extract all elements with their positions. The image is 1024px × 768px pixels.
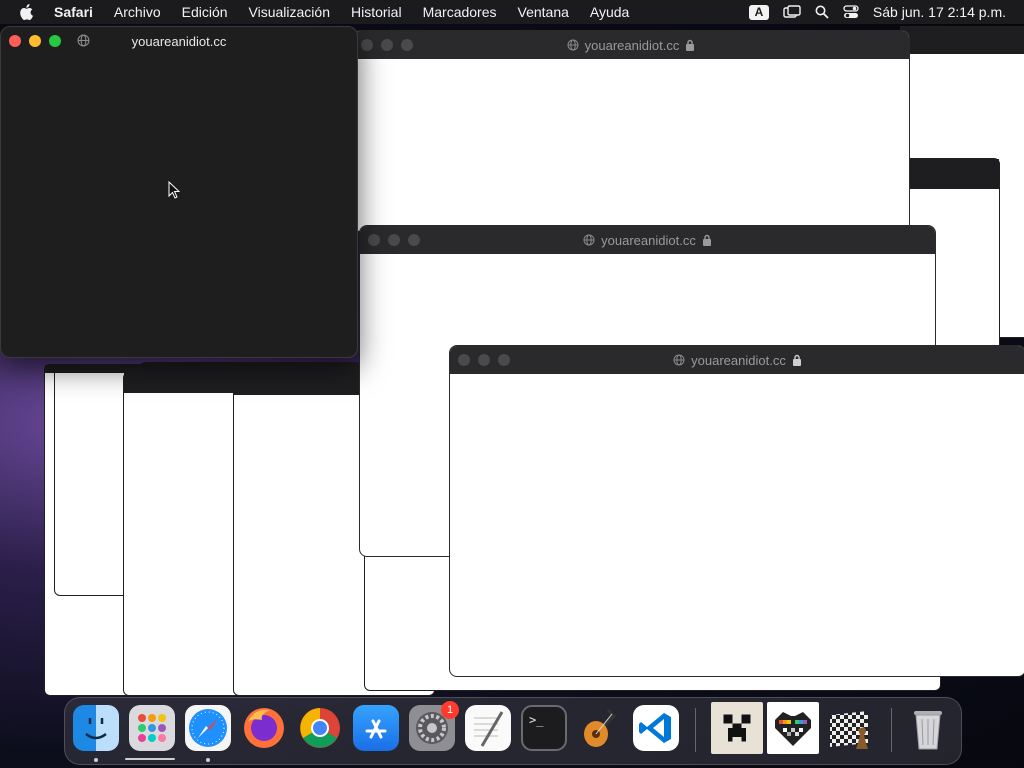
menu-historial[interactable]: Historial <box>351 4 402 20</box>
pixel-heart-icon[interactable] <box>767 702 819 754</box>
lock-icon <box>792 354 801 366</box>
chess-icon[interactable] <box>823 702 875 754</box>
window-titlebar[interactable]: youareanidiot.cc <box>353 31 909 59</box>
apple-menu-icon[interactable] <box>16 2 36 22</box>
background-window[interactable] <box>140 362 362 382</box>
lock-icon <box>702 234 711 246</box>
menu-ayuda[interactable]: Ayuda <box>590 4 629 20</box>
window-url: youareanidiot.cc <box>691 352 786 368</box>
window-titlebar[interactable]: youareanidiot.cc <box>360 226 935 254</box>
menu-visualizacion[interactable]: Visualización <box>249 4 330 20</box>
dock: 1 >_ <box>64 697 962 765</box>
running-indicator <box>94 758 98 762</box>
url-label: youareanidiot.cc <box>450 346 1024 374</box>
window-titlebar[interactable]: youareanidiot.cc <box>1 27 357 55</box>
menu-clock[interactable]: Sáb jun. 17 2:14 p.m. <box>873 4 1006 20</box>
trash-icon[interactable] <box>905 705 951 751</box>
chrome-icon[interactable] <box>297 705 343 751</box>
screen-mirroring-icon[interactable] <box>783 5 801 19</box>
garageband-icon[interactable] <box>577 705 623 751</box>
finder-icon[interactable] <box>73 705 119 751</box>
terminal-icon[interactable]: >_ <box>521 705 567 751</box>
window-url: youareanidiot.cc <box>584 37 680 53</box>
spotlight-search-icon[interactable] <box>815 5 829 19</box>
app-store-icon[interactable] <box>353 705 399 751</box>
system-preferences-icon[interactable]: 1 <box>409 701 459 751</box>
dock-separator <box>695 708 696 752</box>
url-label: youareanidiot.cc <box>360 226 935 254</box>
safari-icon[interactable] <box>185 705 231 751</box>
textedit-icon[interactable] <box>465 705 511 751</box>
menu-ventana[interactable]: Ventana <box>518 4 569 20</box>
control-center-icon[interactable] <box>843 5 859 19</box>
launchpad-icon[interactable] <box>129 705 175 751</box>
menu-archivo[interactable]: Archivo <box>114 4 161 20</box>
mouse-cursor-icon <box>168 180 181 204</box>
menu-bar: Safari Archivo Edición Visualización His… <box>0 0 1024 24</box>
notification-badge: 1 <box>441 701 459 719</box>
minecraft-icon[interactable] <box>711 702 763 754</box>
firefox-icon[interactable] <box>241 705 287 751</box>
window-url: youareanidiot.cc <box>601 232 696 248</box>
lock-icon <box>686 39 695 51</box>
globe-icon <box>583 234 595 246</box>
dock-separator <box>891 708 892 752</box>
window-titlebar[interactable]: youareanidiot.cc <box>450 346 1024 374</box>
popup-window[interactable]: youareanidiot.cc <box>352 30 910 232</box>
input-source-indicator[interactable]: A <box>748 4 769 20</box>
menu-edicion[interactable]: Edición <box>182 4 228 20</box>
globe-icon <box>673 354 685 366</box>
vscode-icon[interactable] <box>633 705 679 751</box>
popup-window[interactable]: youareanidiot.cc <box>449 345 1024 677</box>
url-label: youareanidiot.cc <box>353 31 909 59</box>
running-indicator <box>125 758 175 760</box>
running-indicator <box>206 758 210 762</box>
globe-icon <box>567 39 579 51</box>
window-title: youareanidiot.cc <box>131 33 227 49</box>
menu-marcadores[interactable]: Marcadores <box>423 4 497 20</box>
menu-app-name[interactable]: Safari <box>54 4 93 20</box>
